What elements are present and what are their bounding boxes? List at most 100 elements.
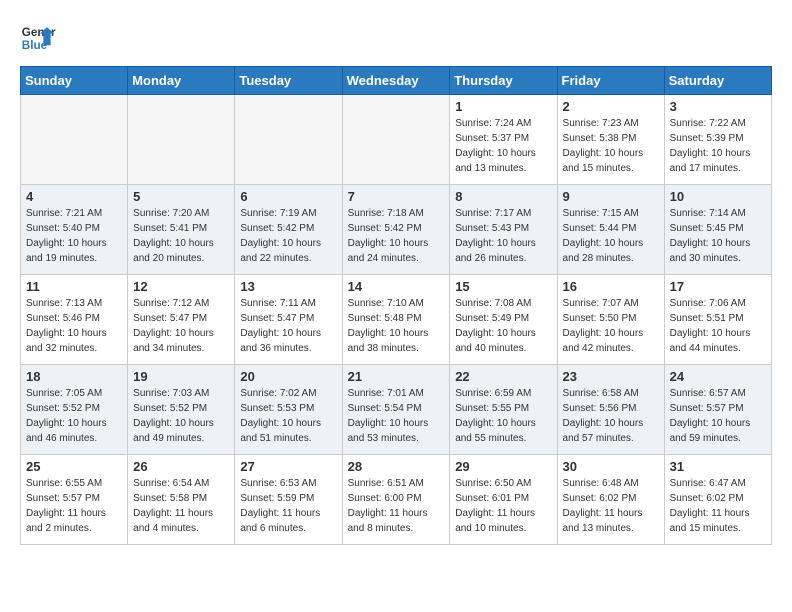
calendar-week-2: 4 Sunrise: 7:21 AM Sunset: 5:40 PM Daylig… bbox=[21, 185, 772, 275]
calendar-table: SundayMondayTuesdayWednesdayThursdayFrid… bbox=[20, 66, 772, 545]
calendar-cell: 26 Sunrise: 6:54 AM Sunset: 5:58 PM Dayli… bbox=[128, 455, 235, 545]
day-info: Sunrise: 7:15 AM Sunset: 5:44 PM Dayligh… bbox=[563, 206, 659, 266]
logo-icon: General Blue bbox=[20, 20, 56, 56]
day-number: 27 bbox=[240, 459, 336, 474]
day-number: 24 bbox=[670, 369, 766, 384]
day-info: Sunrise: 7:14 AM Sunset: 5:45 PM Dayligh… bbox=[670, 206, 766, 266]
day-info: Sunrise: 7:10 AM Sunset: 5:48 PM Dayligh… bbox=[348, 296, 445, 356]
day-number: 8 bbox=[455, 189, 551, 204]
weekday-header-saturday: Saturday bbox=[664, 67, 771, 95]
day-info: Sunrise: 7:13 AM Sunset: 5:46 PM Dayligh… bbox=[26, 296, 122, 356]
calendar-cell bbox=[342, 95, 450, 185]
day-info: Sunrise: 7:18 AM Sunset: 5:42 PM Dayligh… bbox=[348, 206, 445, 266]
calendar-cell: 14 Sunrise: 7:10 AM Sunset: 5:48 PM Dayli… bbox=[342, 275, 450, 365]
calendar-cell: 20Sunrise: 7:02 AM Sunset: 5:53 PM Dayli… bbox=[235, 365, 342, 455]
calendar-cell: 28Sunrise: 6:51 AM Sunset: 6:00 PM Dayli… bbox=[342, 455, 450, 545]
day-info: Sunrise: 7:01 AM Sunset: 5:54 PM Dayligh… bbox=[348, 386, 445, 446]
day-number: 2 bbox=[563, 99, 659, 114]
calendar-cell: 3 Sunrise: 7:22 AM Sunset: 5:39 PM Daylig… bbox=[664, 95, 771, 185]
day-info: Sunrise: 6:59 AM Sunset: 5:55 PM Dayligh… bbox=[455, 386, 551, 446]
day-info: Sunrise: 7:05 AM Sunset: 5:52 PM Dayligh… bbox=[26, 386, 122, 446]
day-number: 10 bbox=[670, 189, 766, 204]
day-number: 22 bbox=[455, 369, 551, 384]
day-info: Sunrise: 7:21 AM Sunset: 5:40 PM Dayligh… bbox=[26, 206, 122, 266]
day-info: Sunrise: 6:50 AM Sunset: 6:01 PM Dayligh… bbox=[455, 476, 551, 536]
calendar-cell: 4 Sunrise: 7:21 AM Sunset: 5:40 PM Daylig… bbox=[21, 185, 128, 275]
day-number: 30 bbox=[563, 459, 659, 474]
day-number: 15 bbox=[455, 279, 551, 294]
weekday-header-monday: Monday bbox=[128, 67, 235, 95]
day-info: Sunrise: 7:17 AM Sunset: 5:43 PM Dayligh… bbox=[455, 206, 551, 266]
day-number: 16 bbox=[563, 279, 659, 294]
page-header: General Blue bbox=[20, 20, 772, 56]
calendar-cell: 5 Sunrise: 7:20 AM Sunset: 5:41 PM Daylig… bbox=[128, 185, 235, 275]
day-number: 6 bbox=[240, 189, 336, 204]
calendar-cell: 12 Sunrise: 7:12 AM Sunset: 5:47 PM Dayli… bbox=[128, 275, 235, 365]
day-number: 7 bbox=[348, 189, 445, 204]
day-info: Sunrise: 7:12 AM Sunset: 5:47 PM Dayligh… bbox=[133, 296, 229, 356]
day-number: 4 bbox=[26, 189, 122, 204]
day-number: 29 bbox=[455, 459, 551, 474]
day-number: 23 bbox=[563, 369, 659, 384]
day-number: 9 bbox=[563, 189, 659, 204]
day-info: Sunrise: 7:08 AM Sunset: 5:49 PM Dayligh… bbox=[455, 296, 551, 356]
weekday-header-thursday: Thursday bbox=[450, 67, 557, 95]
day-number: 28 bbox=[348, 459, 445, 474]
logo: General Blue bbox=[20, 20, 56, 56]
day-number: 12 bbox=[133, 279, 229, 294]
day-number: 19 bbox=[133, 369, 229, 384]
calendar-cell: 16 Sunrise: 7:07 AM Sunset: 5:50 PM Dayli… bbox=[557, 275, 664, 365]
day-info: Sunrise: 7:22 AM Sunset: 5:39 PM Dayligh… bbox=[670, 116, 766, 176]
calendar-week-3: 11 Sunrise: 7:13 AM Sunset: 5:46 PM Dayli… bbox=[21, 275, 772, 365]
calendar-cell: 17 Sunrise: 7:06 AM Sunset: 5:51 PM Dayli… bbox=[664, 275, 771, 365]
weekday-header-wednesday: Wednesday bbox=[342, 67, 450, 95]
calendar-cell: 6Sunrise: 7:19 AM Sunset: 5:42 PM Daylig… bbox=[235, 185, 342, 275]
calendar-cell: 30Sunrise: 6:48 AM Sunset: 6:02 PM Dayli… bbox=[557, 455, 664, 545]
day-number: 21 bbox=[348, 369, 445, 384]
weekday-header-row: SundayMondayTuesdayWednesdayThursdayFrid… bbox=[21, 67, 772, 95]
day-number: 5 bbox=[133, 189, 229, 204]
calendar-cell: 1 Sunrise: 7:24 AM Sunset: 5:37 PM Daylig… bbox=[450, 95, 557, 185]
day-info: Sunrise: 7:07 AM Sunset: 5:50 PM Dayligh… bbox=[563, 296, 659, 356]
calendar-cell: 11 Sunrise: 7:13 AM Sunset: 5:46 PM Dayli… bbox=[21, 275, 128, 365]
calendar-cell: 31Sunrise: 6:47 AM Sunset: 6:02 PM Dayli… bbox=[664, 455, 771, 545]
day-info: Sunrise: 6:55 AM Sunset: 5:57 PM Dayligh… bbox=[26, 476, 122, 536]
day-info: Sunrise: 6:57 AM Sunset: 5:57 PM Dayligh… bbox=[670, 386, 766, 446]
calendar-week-1: 1 Sunrise: 7:24 AM Sunset: 5:37 PM Daylig… bbox=[21, 95, 772, 185]
calendar-cell bbox=[21, 95, 128, 185]
calendar-cell: 18 Sunrise: 7:05 AM Sunset: 5:52 PM Dayli… bbox=[21, 365, 128, 455]
day-number: 1 bbox=[455, 99, 551, 114]
day-info: Sunrise: 6:54 AM Sunset: 5:58 PM Dayligh… bbox=[133, 476, 229, 536]
calendar-cell: 19Sunrise: 7:03 AM Sunset: 5:52 PM Dayli… bbox=[128, 365, 235, 455]
day-info: Sunrise: 6:53 AM Sunset: 5:59 PM Dayligh… bbox=[240, 476, 336, 536]
day-number: 26 bbox=[133, 459, 229, 474]
calendar-cell: 22 Sunrise: 6:59 AM Sunset: 5:55 PM Dayli… bbox=[450, 365, 557, 455]
calendar-cell: 29 Sunrise: 6:50 AM Sunset: 6:01 PM Dayli… bbox=[450, 455, 557, 545]
calendar-week-5: 25Sunrise: 6:55 AM Sunset: 5:57 PM Dayli… bbox=[21, 455, 772, 545]
day-info: Sunrise: 7:11 AM Sunset: 5:47 PM Dayligh… bbox=[240, 296, 336, 356]
day-info: Sunrise: 6:47 AM Sunset: 6:02 PM Dayligh… bbox=[670, 476, 766, 536]
day-number: 11 bbox=[26, 279, 122, 294]
calendar-cell: 25Sunrise: 6:55 AM Sunset: 5:57 PM Dayli… bbox=[21, 455, 128, 545]
day-info: Sunrise: 7:20 AM Sunset: 5:41 PM Dayligh… bbox=[133, 206, 229, 266]
day-number: 20 bbox=[240, 369, 336, 384]
weekday-header-tuesday: Tuesday bbox=[235, 67, 342, 95]
day-info: Sunrise: 7:06 AM Sunset: 5:51 PM Dayligh… bbox=[670, 296, 766, 356]
calendar-cell: 9 Sunrise: 7:15 AM Sunset: 5:44 PM Daylig… bbox=[557, 185, 664, 275]
day-number: 14 bbox=[348, 279, 445, 294]
calendar-cell: 7 Sunrise: 7:18 AM Sunset: 5:42 PM Daylig… bbox=[342, 185, 450, 275]
calendar-cell: 23 Sunrise: 6:58 AM Sunset: 5:56 PM Dayli… bbox=[557, 365, 664, 455]
day-number: 13 bbox=[240, 279, 336, 294]
calendar-cell: 13 Sunrise: 7:11 AM Sunset: 5:47 PM Dayli… bbox=[235, 275, 342, 365]
day-info: Sunrise: 7:24 AM Sunset: 5:37 PM Dayligh… bbox=[455, 116, 551, 176]
weekday-header-sunday: Sunday bbox=[21, 67, 128, 95]
day-number: 3 bbox=[670, 99, 766, 114]
weekday-header-friday: Friday bbox=[557, 67, 664, 95]
day-number: 18 bbox=[26, 369, 122, 384]
calendar-cell: 21 Sunrise: 7:01 AM Sunset: 5:54 PM Dayli… bbox=[342, 365, 450, 455]
calendar-cell: 8 Sunrise: 7:17 AM Sunset: 5:43 PM Daylig… bbox=[450, 185, 557, 275]
day-number: 17 bbox=[670, 279, 766, 294]
calendar-cell: 15 Sunrise: 7:08 AM Sunset: 5:49 PM Dayli… bbox=[450, 275, 557, 365]
calendar-cell bbox=[128, 95, 235, 185]
day-info: Sunrise: 6:58 AM Sunset: 5:56 PM Dayligh… bbox=[563, 386, 659, 446]
